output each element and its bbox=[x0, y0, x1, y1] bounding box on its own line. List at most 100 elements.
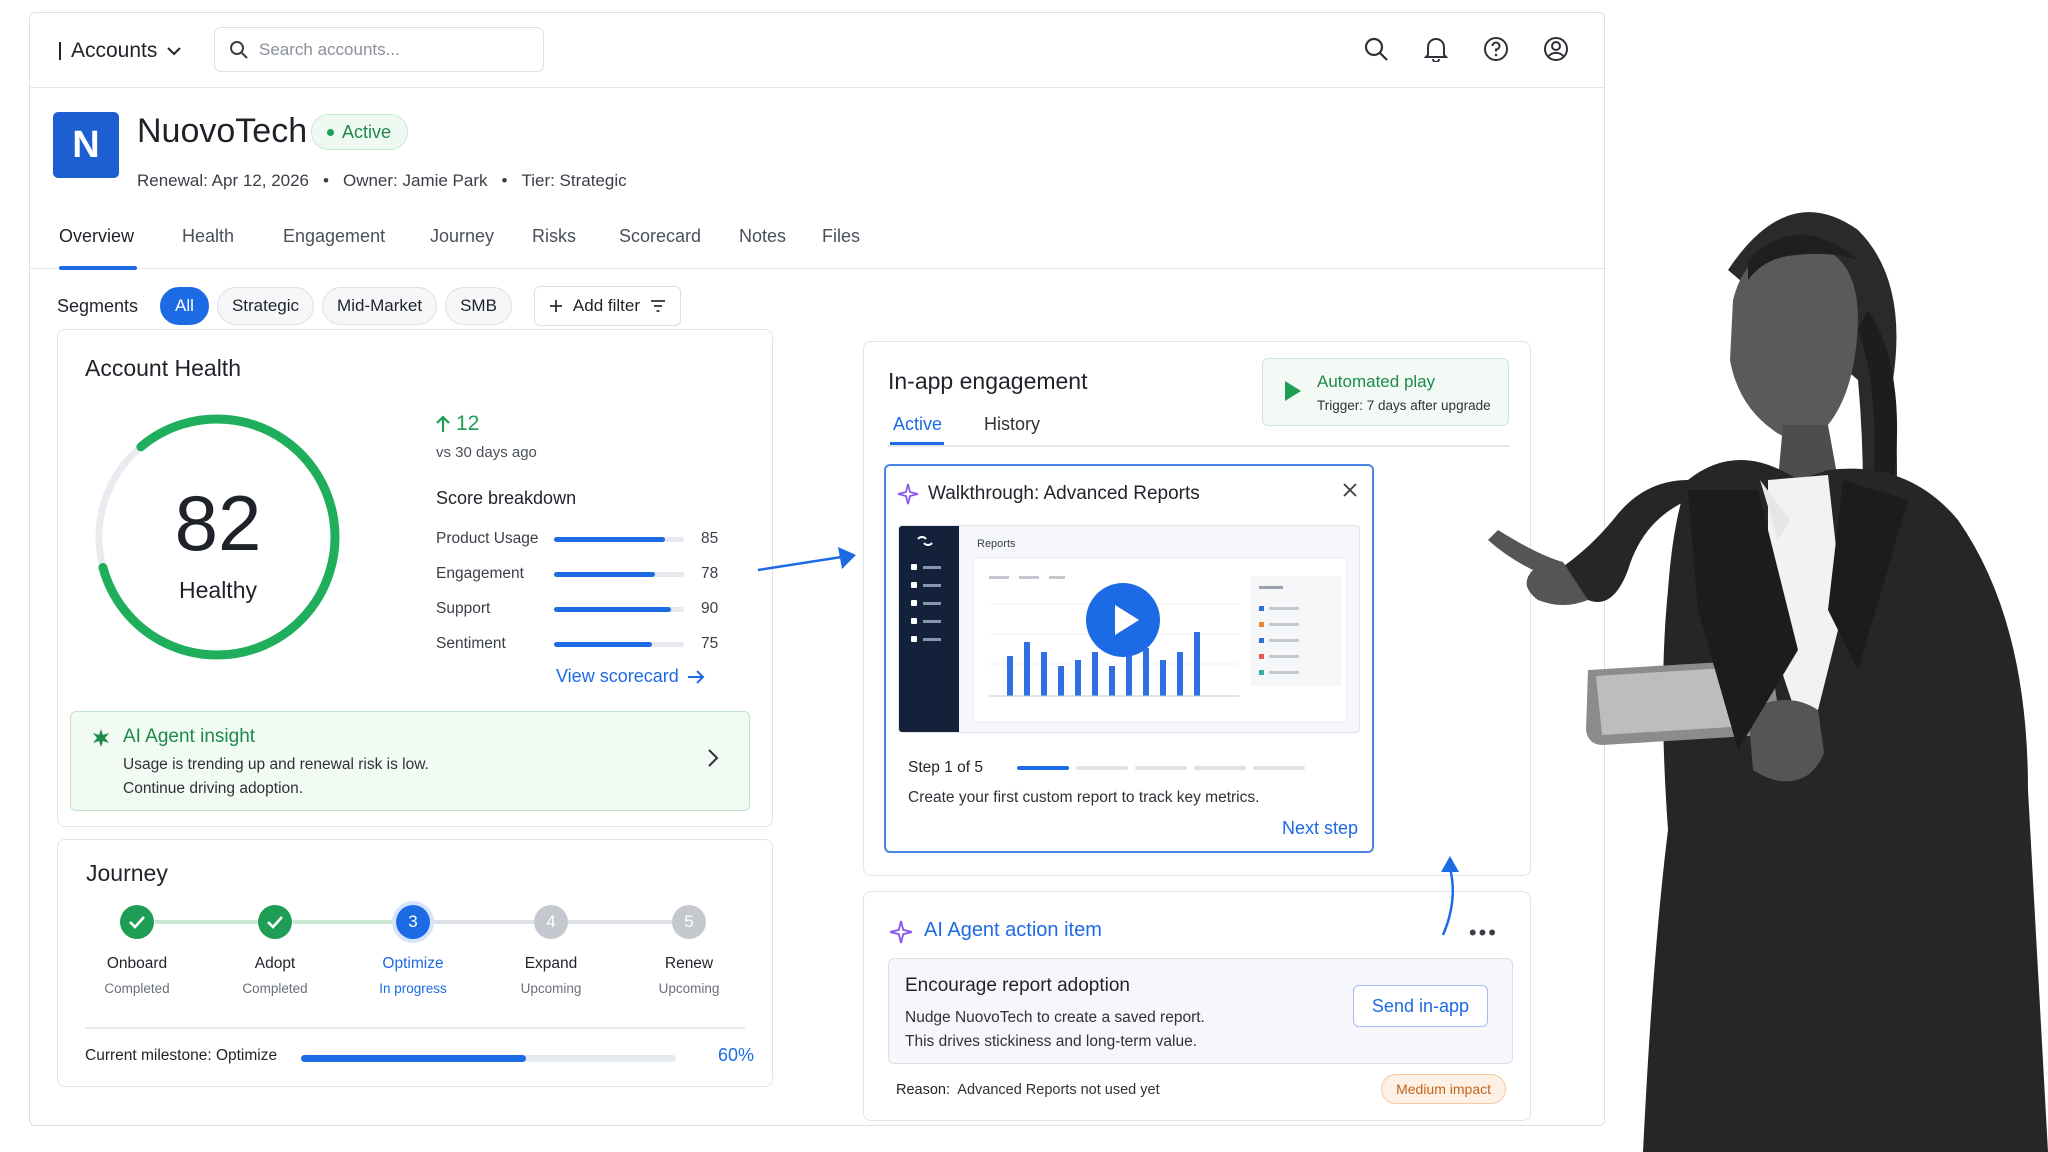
active-tab-indicator bbox=[59, 266, 137, 270]
accounts-bar-icon bbox=[59, 42, 61, 60]
profile-button[interactable] bbox=[1540, 33, 1572, 65]
walkthrough-video[interactable]: Reports bbox=[898, 525, 1360, 733]
tab-risks[interactable]: Risks bbox=[532, 226, 576, 247]
stage-status: Upcoming bbox=[520, 981, 582, 996]
breakdown-row: Support 90 bbox=[436, 598, 746, 620]
journey-stage-optimize[interactable]: 3 bbox=[396, 905, 430, 939]
help-button[interactable] bbox=[1480, 33, 1512, 65]
help-icon bbox=[1484, 37, 1508, 61]
top-actions bbox=[1360, 33, 1572, 65]
score-delta: 12 bbox=[436, 412, 479, 436]
current-milestone: Current milestone: Optimize bbox=[85, 1047, 278, 1064]
score-delta-caption: vs 30 days ago bbox=[436, 444, 537, 461]
tab-files[interactable]: Files bbox=[822, 226, 860, 247]
score-breakdown-title: Score breakdown bbox=[436, 488, 577, 508]
stage-name: Onboard bbox=[106, 955, 168, 972]
insight-text: Continue driving adoption. bbox=[123, 780, 304, 797]
chevron-right-icon bbox=[708, 749, 719, 767]
breakdown-label: Sentiment bbox=[436, 635, 506, 652]
next-step-button[interactable]: Next step bbox=[1282, 818, 1358, 839]
check-icon bbox=[129, 916, 145, 929]
notifications-button[interactable] bbox=[1420, 33, 1452, 65]
step-progress-segment bbox=[1253, 766, 1305, 770]
chevron-down-icon bbox=[167, 47, 182, 56]
view-scorecard-link[interactable]: View scorecard bbox=[556, 666, 705, 687]
account-owner: Owner: Jamie Park bbox=[342, 171, 488, 190]
score-delta-value: 12 bbox=[456, 412, 480, 435]
recommendation-text: This drives stickiness and long-term val… bbox=[905, 1033, 1198, 1050]
search-icon bbox=[1364, 37, 1388, 61]
breakdown-value: 75 bbox=[701, 635, 719, 652]
breakdown-label: Support bbox=[436, 600, 491, 617]
search-icon bbox=[230, 40, 248, 59]
renewal-date: Renewal: Apr 12, 2026 bbox=[137, 171, 310, 190]
ai-insight-banner[interactable]: AI Agent insight Usage is trending up an… bbox=[70, 711, 750, 811]
tab-engagement[interactable]: Engagement bbox=[283, 226, 385, 247]
journey-connector bbox=[293, 920, 398, 924]
sparkle-icon bbox=[889, 920, 913, 944]
breakdown-value: 90 bbox=[701, 600, 719, 617]
journey-stage-renew[interactable]: 5 bbox=[672, 905, 706, 939]
sparkle-icon bbox=[93, 729, 109, 747]
tab-active[interactable]: Active bbox=[893, 414, 942, 435]
tab-health[interactable]: Health bbox=[182, 226, 234, 247]
segment-chip-smb[interactable]: SMB bbox=[445, 287, 512, 325]
insight-text: Usage is trending up and renewal risk is… bbox=[123, 756, 429, 773]
sparkle-icon bbox=[897, 483, 919, 505]
journey-stage-onboard[interactable] bbox=[120, 905, 154, 939]
company-logo: N bbox=[53, 112, 119, 178]
step-progress-segment bbox=[1135, 766, 1187, 770]
breakdown-bar bbox=[554, 607, 671, 612]
segment-chip-strategic[interactable]: Strategic bbox=[216, 287, 315, 325]
active-tab-indicator bbox=[890, 442, 944, 445]
user-icon bbox=[1544, 37, 1568, 61]
stage-name: Adopt bbox=[254, 955, 296, 972]
breakdown-row: Sentiment 75 bbox=[436, 633, 746, 655]
accounts-switcher[interactable]: Accounts bbox=[59, 35, 182, 67]
stage-status: Completed bbox=[104, 981, 170, 996]
tab-history[interactable]: History bbox=[984, 414, 1040, 435]
top-bar: Accounts Search accounts... bbox=[30, 13, 1604, 88]
video-page-label: Reports bbox=[977, 538, 1016, 550]
segment-chip-all[interactable]: All bbox=[160, 287, 209, 325]
journey-stage-adopt[interactable] bbox=[258, 905, 292, 939]
account-workspace: Accounts Search accounts... N NuovoTech … bbox=[29, 12, 1605, 1126]
stage-name: Expand bbox=[524, 955, 578, 972]
tab-scorecard[interactable]: Scorecard bbox=[619, 226, 701, 247]
step-progress-segment bbox=[1017, 766, 1069, 770]
stage-status: In progress bbox=[379, 981, 447, 996]
segments-label: Segments bbox=[57, 295, 139, 316]
search-button[interactable] bbox=[1360, 33, 1392, 65]
arrow-up-icon bbox=[436, 415, 450, 432]
plus-icon bbox=[549, 300, 562, 312]
status-badge: Active bbox=[311, 114, 409, 150]
account-meta: Renewal: Apr 12, 2026 • Owner: Jamie Par… bbox=[137, 171, 627, 191]
breakdown-bar bbox=[554, 642, 652, 647]
tab-journey[interactable]: Journey bbox=[430, 226, 494, 247]
tab-overview[interactable]: Overview bbox=[59, 226, 134, 247]
bell-icon bbox=[1424, 38, 1448, 62]
milestone-progress-track bbox=[301, 1055, 676, 1062]
action-item-title: AI Agent action item bbox=[924, 919, 1102, 941]
reason-label: Reason: bbox=[896, 1082, 951, 1098]
account-tabs: Overview Health Engagement Journey Risks… bbox=[30, 213, 1604, 270]
filter-icon bbox=[651, 300, 665, 312]
segment-chip-mid-market[interactable]: Mid-Market bbox=[322, 287, 438, 325]
close-icon[interactable] bbox=[1342, 482, 1358, 498]
health-score: 82 bbox=[174, 479, 262, 567]
view-scorecard-label: View scorecard bbox=[556, 666, 679, 686]
add-filter-button[interactable]: Add filter bbox=[533, 286, 681, 326]
walkthrough-preview: Walkthrough: Advanced Reports Reports St… bbox=[884, 464, 1374, 853]
presenter-illustration bbox=[1488, 212, 2048, 1152]
search-input[interactable]: Search accounts... bbox=[214, 27, 544, 72]
walkthrough-title: Walkthrough: Advanced Reports bbox=[928, 483, 1200, 504]
breakdown-track bbox=[554, 642, 684, 647]
play-video-button[interactable] bbox=[1086, 583, 1160, 657]
journey-stage-expand[interactable]: 4 bbox=[534, 905, 568, 939]
walkthrough-description: Create your first custom report to track… bbox=[908, 789, 1260, 806]
card-title: Journey bbox=[86, 860, 168, 886]
walkthrough-step: Step 1 of 5 bbox=[908, 759, 983, 776]
stage-name: Renew bbox=[664, 955, 714, 972]
tab-notes[interactable]: Notes bbox=[739, 226, 786, 247]
breakdown-label: Product Usage bbox=[436, 530, 539, 547]
